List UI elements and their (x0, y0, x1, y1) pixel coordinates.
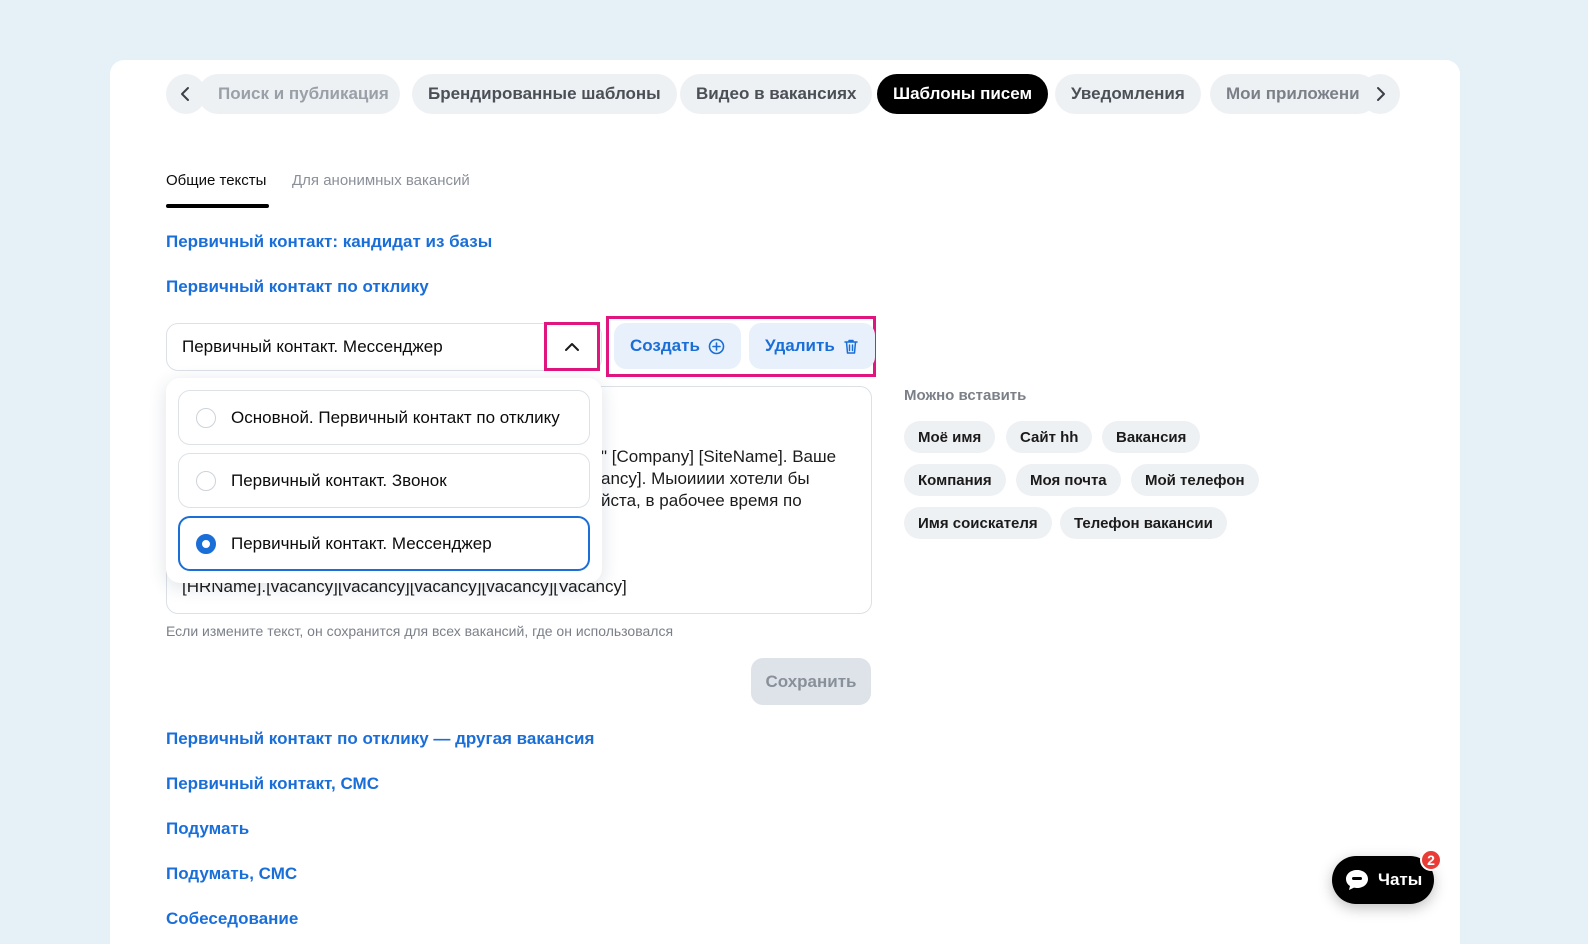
template-select[interactable]: Первичный контакт. Мессенджер (166, 323, 602, 371)
section-link-db-candidate[interactable]: Первичный контакт: кандидат из базы (166, 232, 492, 252)
tab-search-publish[interactable]: Поиск и публикация (198, 74, 400, 114)
select-toggle-button[interactable] (544, 322, 600, 371)
radio-icon (196, 407, 216, 428)
insert-chip[interactable]: Вакансия (1102, 421, 1201, 453)
save-button[interactable]: Сохранить (751, 658, 871, 705)
dropdown-option-selected[interactable]: Первичный контакт. Мессенджер (178, 516, 590, 571)
chats-button[interactable]: Чаты (1332, 856, 1434, 904)
template-dropdown: Основной. Первичный контакт по отклику П… (166, 378, 602, 583)
tab-video-vacancies[interactable]: Видео в вакансиях (680, 74, 873, 114)
tab-branded-templates[interactable]: Брендированные шаблоны (412, 74, 677, 114)
chevron-left-icon (181, 87, 189, 101)
trash-icon (844, 339, 858, 354)
template-text-line: ancy]. Мыоииии хотели бы (601, 469, 810, 488)
delete-button-label: Удалить (765, 336, 835, 355)
radio-selected-icon (196, 533, 216, 554)
create-button-label: Создать (630, 336, 700, 355)
insert-chip[interactable]: Имя соискателя (904, 507, 1052, 539)
insert-chip[interactable]: Сайт hh (1006, 421, 1093, 453)
section-link-think-sms[interactable]: Подумать, СМС (166, 864, 297, 884)
chats-label: Чаты (1378, 870, 1423, 889)
dropdown-option-label: Основной. Первичный контакт по отклику (231, 407, 560, 427)
tab-my-apps[interactable]: Мои приложени (1210, 74, 1378, 114)
insert-chip[interactable]: Моё имя (904, 421, 996, 453)
save-hint: Если измените текст, он сохранится для в… (166, 623, 674, 639)
section-link-response[interactable]: Первичный контакт по отклику (166, 277, 429, 297)
chat-unread-badge: 2 (1420, 849, 1442, 871)
template-text-line: йста, в рабочее время по (601, 491, 802, 510)
dropdown-option[interactable]: Первичный контакт. Звонок (178, 453, 590, 508)
radio-icon (196, 470, 216, 491)
tabs-next-button[interactable] (1360, 74, 1400, 114)
tab-notifications[interactable]: Уведомления (1055, 74, 1201, 114)
chevron-right-icon (1377, 87, 1385, 101)
create-button[interactable]: Создать (614, 323, 741, 369)
delete-button[interactable]: Удалить (749, 323, 875, 369)
insert-chip[interactable]: Телефон вакансии (1060, 507, 1227, 539)
section-link-interview[interactable]: Собеседование (166, 909, 298, 929)
insert-chip[interactable]: Мой телефон (1131, 464, 1259, 496)
tab-email-templates[interactable]: Шаблоны писем (877, 74, 1049, 114)
dropdown-option[interactable]: Основной. Первичный контакт по отклику (178, 390, 590, 445)
chat-bubble-icon (1346, 870, 1368, 890)
section-link-think[interactable]: Подумать (166, 819, 249, 839)
insert-panel-title: Можно вставить (904, 387, 1027, 404)
subtab-active-indicator (166, 204, 269, 208)
insert-chip[interactable]: Компания (904, 464, 1006, 496)
tabs-prev-button[interactable] (166, 74, 206, 114)
subtab-anonymous[interactable]: Для анонимных вакансий (292, 172, 470, 189)
settings-card: Поиск и публикация Брендированные шаблон… (110, 60, 1460, 944)
section-link-other-vacancy[interactable]: Первичный контакт по отклику — другая ва… (166, 729, 594, 749)
section-link-sms[interactable]: Первичный контакт, СМС (166, 774, 379, 794)
insert-chip[interactable]: Моя почта (1016, 464, 1121, 496)
plus-circle-icon (708, 338, 725, 354)
top-tabs: Поиск и публикация Брендированные шаблон… (166, 74, 1400, 114)
subtab-general[interactable]: Общие тексты (166, 172, 266, 189)
dropdown-option-label: Первичный контакт. Звонок (231, 470, 447, 490)
template-select-value: Первичный контакт. Мессенджер (182, 337, 443, 356)
dropdown-option-label: Первичный контакт. Мессенджер (231, 533, 492, 553)
template-text-line: " [Company] [SiteName]. Ваше (601, 447, 837, 466)
chevron-up-icon (565, 342, 579, 351)
